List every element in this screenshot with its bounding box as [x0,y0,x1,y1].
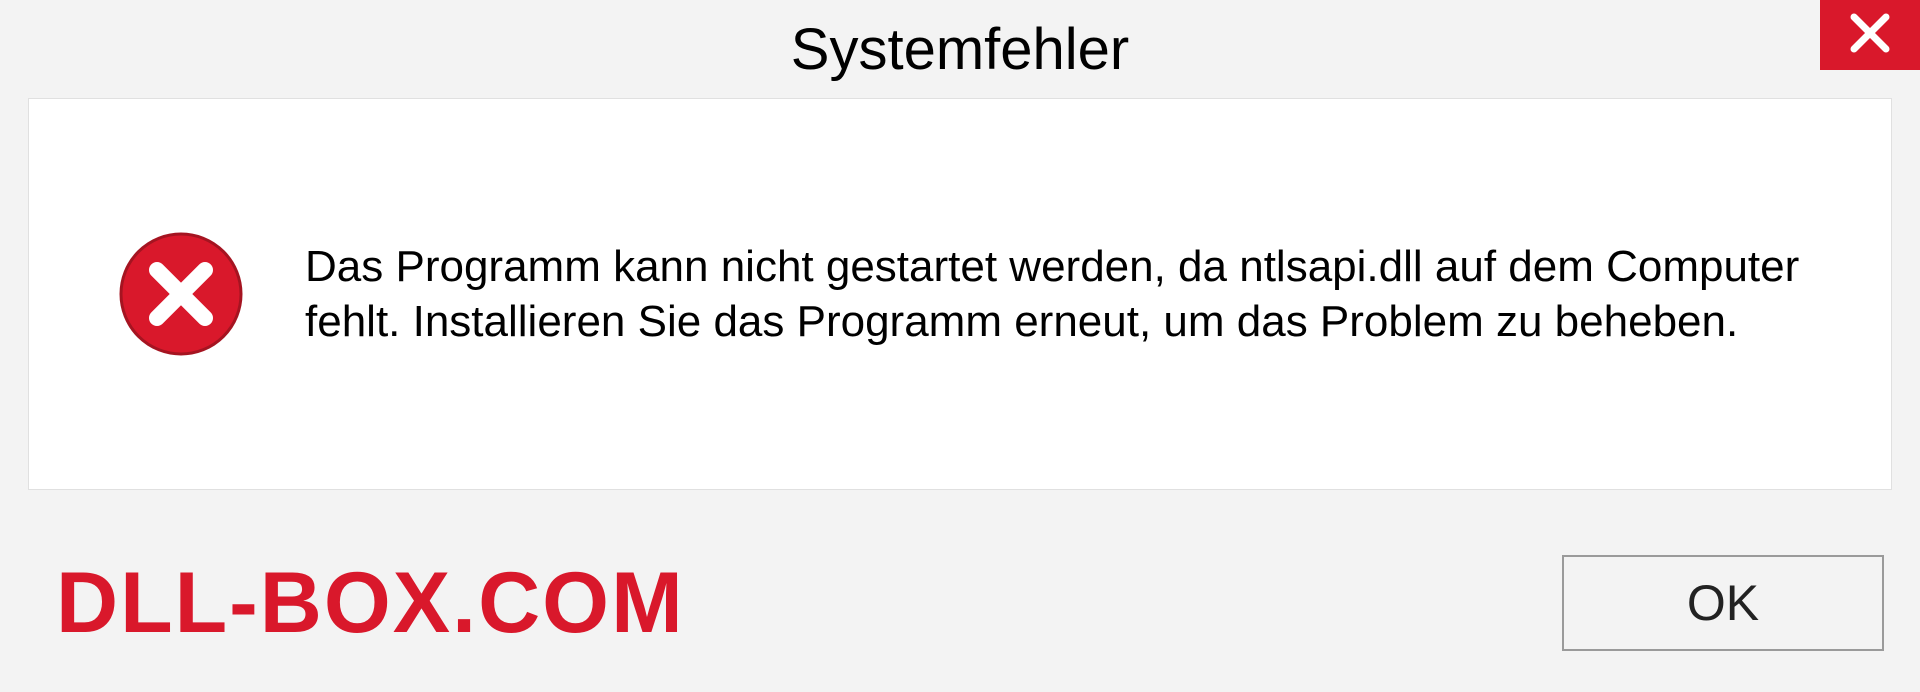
close-icon [1848,11,1892,60]
error-icon [117,230,245,358]
dialog-footer: DLL-BOX.COM OK [0,514,1920,692]
dialog-title: Systemfehler [791,16,1129,83]
dialog-message: Das Programm kann nicht gestartet werden… [305,239,1805,349]
close-button[interactable] [1820,0,1920,70]
dialog-content: Das Programm kann nicht gestartet werden… [28,98,1892,490]
titlebar: Systemfehler [0,0,1920,98]
ok-button[interactable]: OK [1562,555,1884,651]
ok-button-label: OK [1687,574,1759,632]
brand-watermark: DLL-BOX.COM [56,554,685,653]
